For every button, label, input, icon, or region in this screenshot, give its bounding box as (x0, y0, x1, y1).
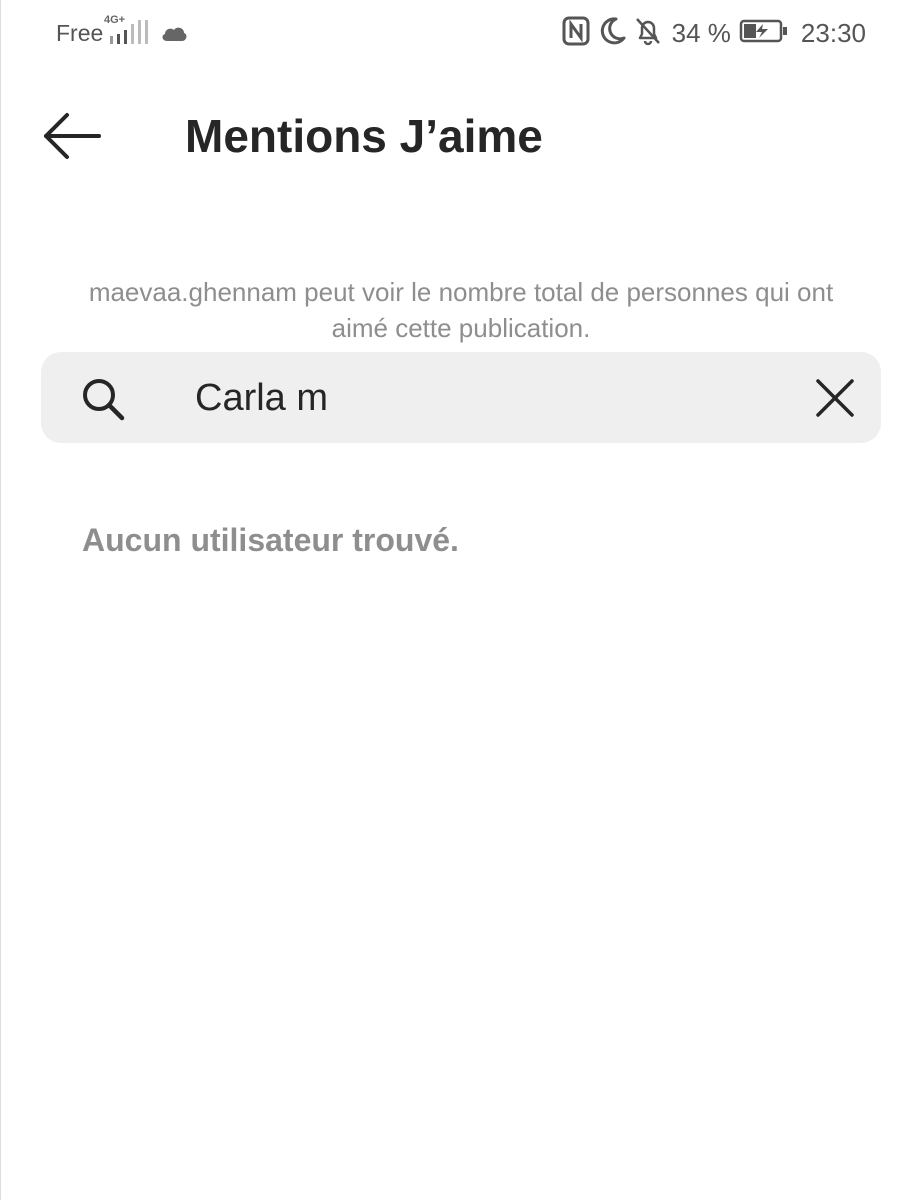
clock: 23:30 (800, 17, 866, 48)
carrier-name: Free (56, 20, 104, 46)
search-icon (83, 379, 125, 421)
page-title: Mentions J’aime (185, 110, 543, 162)
likes-screen: Free 4G+ 34 % 23:30 Mentions J’aime maev… (0, 0, 922, 1200)
status-bar: Free 4G+ 34 % 23:30 (0, 0, 922, 66)
cloud-icon (160, 24, 188, 47)
no-results-message: Aucun utilisateur trouvé. (82, 522, 459, 558)
clear-search-button[interactable] (805, 368, 865, 428)
search-input[interactable] (195, 368, 795, 428)
arrow-left-icon (44, 113, 101, 159)
moon-icon (598, 16, 626, 51)
back-button[interactable] (36, 106, 108, 166)
battery-percentage: 34 % (671, 17, 731, 48)
header: Mentions J’aime (0, 96, 922, 176)
screen-edge (0, 0, 1, 1200)
likes-visibility-notice: maevaa.ghennam peut voir le nombre total… (88, 277, 834, 343)
close-icon (816, 379, 854, 417)
signal-icon (108, 18, 154, 51)
nfc-icon (562, 16, 590, 51)
search-bar[interactable] (41, 352, 881, 443)
status-icons: 34 % 23:30 (562, 16, 866, 50)
battery-charging-icon (739, 18, 789, 49)
bell-off-icon (634, 16, 662, 51)
